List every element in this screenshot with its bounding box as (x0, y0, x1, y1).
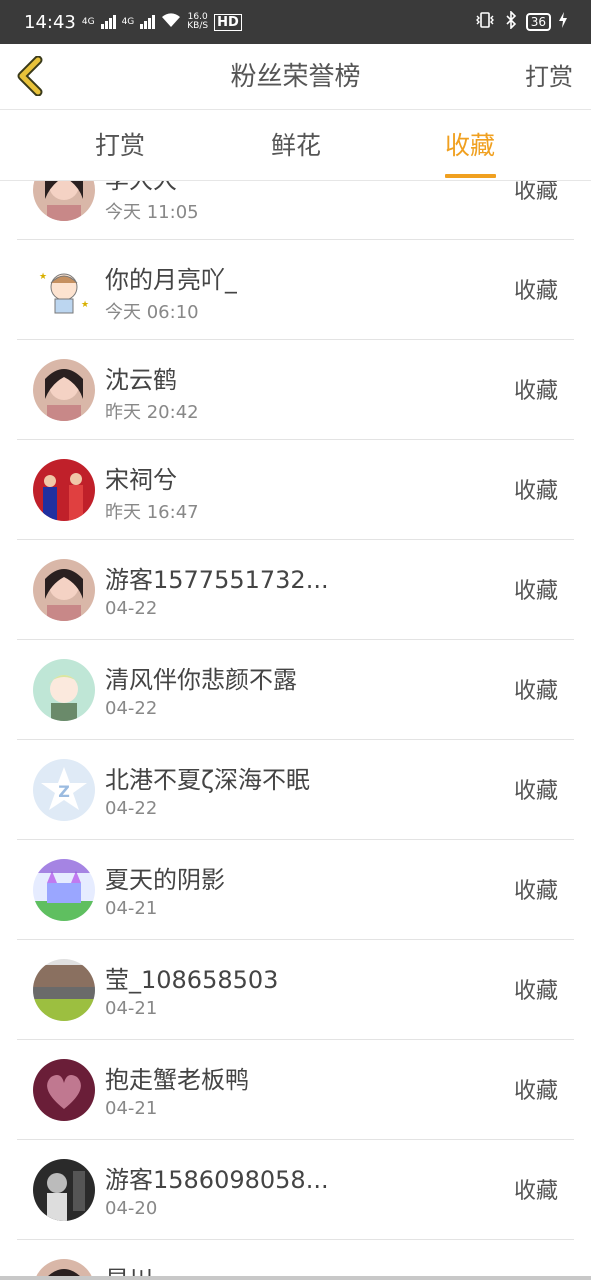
fan-list-item[interactable]: 李大大今天 11:05 收藏 (17, 181, 574, 240)
fan-name: 宋祠兮 (105, 466, 177, 494)
fan-action-label: 收藏 (513, 679, 558, 704)
fan-name: 抱走蟹老板鸭 (105, 1066, 249, 1094)
fan-list-item[interactable]: Z 北港不夏ζ深海不眠 04-22 收藏 (17, 740, 574, 840)
chevron-left-icon (17, 55, 43, 97)
fan-name: 游客1586098058... (105, 1166, 329, 1194)
network-type-2: 4G (121, 16, 135, 27)
fan-action-label: 收藏 (513, 879, 558, 904)
reward-button[interactable]: 打赏 (525, 44, 573, 110)
avatar[interactable] (33, 859, 95, 921)
fan-list-item[interactable]: 沈云鹤昨天 20:42 收藏 (17, 340, 574, 440)
fan-list-item[interactable]: 抱走蟹老板鸭 04-21 收藏 (17, 1040, 574, 1140)
network-speed: 16.0 KB/S (187, 12, 209, 31)
fan-list-inner: 李大大今天 11:05收藏★★你的月亮吖_今天 06:10收藏沈云鹤昨天 20:… (0, 181, 591, 1280)
fan-time: 04-20 (105, 1198, 158, 1219)
avatar[interactable] (33, 659, 95, 721)
avatar[interactable]: Z (33, 759, 95, 821)
bottom-scroll-indicator (0, 1276, 591, 1280)
avatar[interactable] (33, 359, 95, 421)
hd-icon: HD (214, 13, 242, 31)
fan-name: 北港不夏ζ深海不眠 (105, 766, 311, 794)
avatar[interactable] (33, 559, 95, 621)
tab-flowers[interactable]: 鲜花 (246, 110, 346, 180)
tab-bar: 打赏 鲜花 收藏 (0, 110, 591, 181)
fan-time: 04-21 (105, 998, 158, 1019)
fan-action-label: 收藏 (513, 579, 558, 604)
svg-text:★: ★ (81, 300, 89, 310)
fan-time: 04-22 (105, 798, 158, 819)
header: 粉丝荣誉榜 打赏 (0, 44, 591, 110)
fan-list-item[interactable]: 宋祠兮昨天 16:47 收藏 (17, 440, 574, 540)
fan-time: 04-21 (105, 898, 158, 919)
fan-name: 游客1577551732... (105, 566, 329, 594)
fan-list-item[interactable]: 莹_108658503 04-21 收藏 (17, 940, 574, 1040)
fan-list[interactable]: 李大大今天 11:05收藏★★你的月亮吖_今天 06:10收藏沈云鹤昨天 20:… (0, 181, 591, 1280)
battery-icon: 36 (525, 13, 551, 31)
avatar[interactable] (33, 1059, 95, 1121)
fan-list-item[interactable]: 清风伴你悲颜不露 04-22 收藏 (17, 640, 574, 740)
svg-text:Z: Z (58, 782, 70, 801)
fan-name: 夏天的阴影 (105, 866, 225, 894)
wifi-icon (161, 12, 181, 33)
avatar[interactable] (33, 181, 95, 221)
fan-action-label: 收藏 (513, 181, 558, 204)
network-type-1: 4G (81, 16, 95, 27)
signal-icon-2 (140, 15, 156, 29)
fan-time: 昨天 20:42 (105, 402, 199, 423)
page-title: 粉丝荣誉榜 (230, 62, 361, 92)
tab-reward[interactable]: 打赏 (70, 110, 170, 180)
fan-name: 莹_108658503 (105, 966, 279, 994)
avatar[interactable] (33, 459, 95, 521)
status-bar: 14:43 4G 4G 16.0 KB/S HD 36 (0, 0, 591, 44)
fan-action-label: 收藏 (513, 279, 558, 304)
fan-time: 04-22 (105, 698, 158, 719)
clock: 14:43 (24, 11, 76, 33)
fan-action-label: 收藏 (513, 979, 558, 1004)
fan-name: 清风伴你悲颜不露 (105, 666, 297, 694)
fan-time: 04-22 (105, 598, 158, 619)
fan-action-label: 收藏 (513, 1079, 558, 1104)
avatar[interactable]: ★ ★ (33, 259, 95, 321)
active-tab-indicator (445, 174, 496, 178)
avatar[interactable] (33, 959, 95, 1021)
fan-action-label: 收藏 (513, 1179, 558, 1204)
svg-text:★: ★ (39, 272, 47, 282)
fan-action-label: 收藏 (513, 479, 558, 504)
fan-list-item[interactable]: 夏天的阴影 04-21 收藏 (17, 840, 574, 940)
signal-icon (100, 15, 116, 29)
tab-favorites[interactable]: 收藏 (420, 110, 520, 180)
fan-list-item[interactable]: 星川收藏 (17, 1240, 574, 1280)
status-left: 14:43 4G 4G 16.0 KB/S HD (24, 12, 242, 33)
charging-icon (559, 12, 567, 32)
fan-time: 今天 11:05 (105, 202, 199, 223)
fan-time: 今天 06:10 (105, 302, 199, 323)
fan-time: 04-21 (105, 1098, 158, 1119)
status-right: 36 (474, 10, 567, 33)
fan-action-label: 收藏 (513, 779, 558, 804)
fan-name: 李大大 (105, 181, 177, 195)
fan-time: 昨天 16:47 (105, 502, 199, 523)
vibrate-icon (474, 12, 496, 32)
fan-list-item[interactable]: 游客1577551732... 04-22 收藏 (17, 540, 574, 640)
fan-name: 你的月亮吖_ (105, 266, 237, 294)
fan-name: 沈云鹤 (105, 366, 177, 394)
fan-list-item[interactable]: 游客1586098058... 04-20 收藏 (17, 1140, 574, 1240)
fan-list-item[interactable]: ★ ★ 你的月亮吖_ 今天 06:10 收藏 (17, 240, 574, 340)
bluetooth-icon (504, 10, 518, 33)
back-button[interactable] (14, 55, 48, 97)
avatar[interactable] (33, 1159, 95, 1221)
fan-action-label: 收藏 (513, 379, 558, 404)
